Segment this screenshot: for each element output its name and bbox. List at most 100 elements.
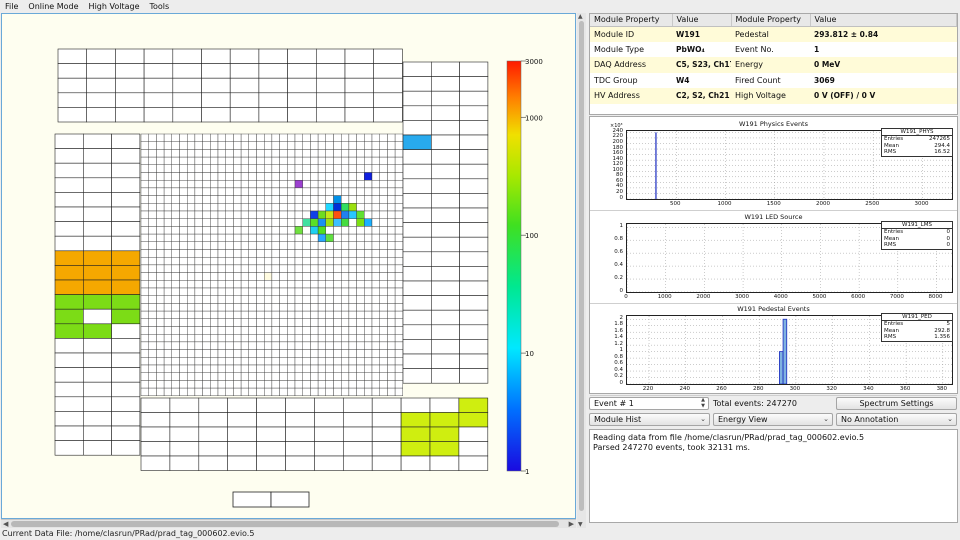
pbwo4-module (210, 364, 219, 373)
menu-online-mode[interactable]: Online Mode (23, 2, 83, 11)
pbwo4-module (202, 364, 211, 373)
pbwo4-module (248, 295, 257, 304)
y-tick-label: 1.6 (614, 327, 623, 334)
pbwo4-module (210, 256, 219, 266)
pbwo4-module (341, 380, 350, 389)
event-spinbox[interactable]: Event # 1 ▲ ▼ (589, 397, 709, 410)
pbwo4-module (163, 364, 173, 373)
pbwo4-module (156, 187, 165, 196)
header-value-2[interactable]: Value (810, 14, 957, 27)
pbwo4-module (371, 179, 380, 189)
pbwo4-module (348, 233, 357, 243)
pbwo4-module (179, 195, 188, 204)
histogram-2[interactable]: W191 Pedestal Events 2 1.8 1.6 1.4 1.2 1 0.8 0.6… (590, 304, 957, 396)
pbwo4-module (186, 156, 196, 166)
x-tick-label: 360 (899, 386, 911, 392)
property-row[interactable]: TDC Group W4 Fired Count 3069 (590, 73, 957, 89)
leadglass-module (258, 107, 288, 123)
header-module-property[interactable]: Module Property (590, 14, 673, 27)
pbwo4-module (317, 226, 327, 235)
property-name: HV Address (590, 88, 672, 104)
pbwo4-module (302, 133, 311, 142)
pbwo4-module (264, 380, 273, 389)
menu-high-voltage[interactable]: High Voltage (84, 2, 145, 11)
pbwo4-module (310, 210, 319, 219)
pbwo4-module (356, 326, 365, 335)
pbwo4-module (233, 256, 242, 266)
pbwo4-module (202, 179, 211, 189)
property-row[interactable]: HV Address C2, S2, Ch21 High Voltage 0 V (O… (590, 88, 957, 104)
leadglass-module (459, 134, 489, 150)
pbwo4-module (179, 310, 188, 320)
pbwo4-module (186, 295, 196, 304)
horizontal-scroll-thumb[interactable] (11, 521, 559, 527)
view-mode-select[interactable]: Energy View ⌄ (713, 413, 833, 426)
property-row[interactable]: Module ID W191 Pedestal 293.812 ± 0.84 (590, 26, 957, 42)
x-tick-label: 1500 (766, 201, 781, 207)
menu-tools[interactable]: Tools (144, 2, 174, 11)
spin-arrows-icon[interactable]: ▲ ▼ (701, 397, 705, 409)
pbwo4-module (317, 172, 327, 181)
pbwo4-module (186, 149, 196, 158)
pbwo4-module (356, 287, 365, 296)
pbwo4-module (317, 256, 327, 266)
color-scale-label: 3000 (525, 58, 543, 66)
annotation-select[interactable]: No Annotation ⌄ (836, 413, 957, 426)
leadglass-module (115, 63, 145, 79)
leadglass-module (314, 426, 344, 442)
leadglass-module (459, 222, 489, 238)
pbwo4-module (225, 303, 234, 312)
pbwo4-module (271, 341, 280, 350)
histogram-title: W191 Physics Events (738, 120, 808, 128)
pbwo4-module (140, 334, 149, 343)
pbwo4-module (310, 334, 319, 343)
pbwo4-module (302, 179, 311, 189)
property-row[interactable]: Module Type PbWO₄ Event No. 1 (590, 42, 957, 58)
pbwo4-module (240, 287, 250, 296)
pbwo4-module (348, 149, 357, 158)
header-value[interactable]: Value (672, 14, 732, 27)
pbwo4-module (163, 295, 173, 304)
pbwo4-module (248, 272, 257, 281)
leadglass-module (459, 368, 489, 384)
scroll-up-icon[interactable]: ▲ (578, 13, 583, 20)
horizontal-scrollbar[interactable]: ◀ ▶ (1, 519, 576, 528)
pbwo4-module (256, 287, 265, 296)
pbwo4-module (287, 141, 296, 150)
calorimeter-map[interactable]: 30001000100101 (2, 14, 575, 518)
leadglass-module (258, 48, 288, 64)
spectrum-settings-button[interactable]: Spectrum Settings (836, 397, 957, 410)
leadglass-module (172, 92, 202, 108)
histogram-1[interactable]: W191 LED Source 1 0.8 0.6 0.4 0.2 0 0 1000 2000 30… (590, 212, 957, 304)
leadglass-module (111, 235, 141, 252)
calorimeter-view[interactable]: 3000 1000 100 10 1 (1, 13, 576, 519)
pbwo4-module (279, 387, 288, 397)
pbwo4-module (341, 203, 350, 212)
pbwo4-module (394, 179, 404, 189)
leadglass-module (256, 397, 286, 413)
pbwo4-module (194, 349, 203, 358)
log-console[interactable]: Reading data from file /home/clasrun/PRa… (589, 429, 958, 523)
color-scale-bar (506, 60, 522, 472)
header-module-property-2[interactable]: Module Property (731, 14, 811, 27)
pbwo4-module (279, 272, 288, 281)
pbwo4-module (356, 172, 365, 181)
scroll-left-icon[interactable]: ◀ (3, 520, 8, 528)
pbwo4-module (217, 241, 226, 250)
property-row[interactable]: DAQ Address C5, S23, Ch17 Energy 0 MeV (590, 57, 957, 73)
scroll-right-icon[interactable]: ▶ (569, 520, 574, 528)
pbwo4-module (325, 341, 334, 350)
vertical-scroll-thumb[interactable] (579, 21, 584, 511)
pbwo4-module (140, 156, 149, 166)
pbwo4-module (279, 195, 288, 204)
scroll-down-icon[interactable]: ▼ (578, 521, 583, 528)
pbwo4-module (317, 203, 327, 212)
pbwo4-module (302, 272, 311, 281)
hist-type-select[interactable]: Module Hist ⌄ (589, 413, 710, 426)
pbwo4-module (217, 349, 226, 358)
histogram-0[interactable]: W191 Physics Events ×10³ 240 220 200 180 160 14… (590, 119, 957, 211)
menu-file[interactable]: File (0, 2, 23, 11)
pbwo4-module (341, 141, 350, 150)
leadglass-module (430, 266, 460, 282)
vertical-scrollbar[interactable]: ▲ ▼ (577, 13, 586, 528)
